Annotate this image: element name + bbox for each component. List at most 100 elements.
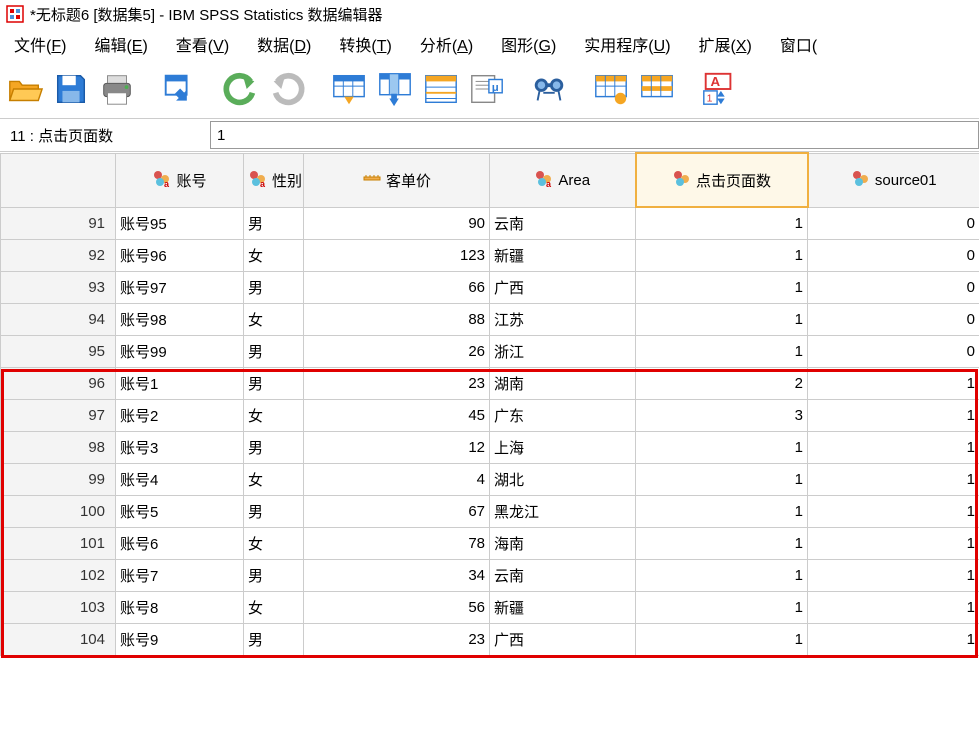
cell[interactable]: 1 — [808, 463, 979, 495]
cell[interactable]: 23 — [304, 623, 490, 655]
cell[interactable]: 4 — [304, 463, 490, 495]
cell[interactable]: 男 — [244, 367, 304, 399]
undo-button[interactable] — [220, 68, 262, 110]
cell[interactable]: 女 — [244, 399, 304, 431]
split-file-button[interactable] — [590, 68, 632, 110]
cell[interactable]: 海南 — [490, 527, 636, 559]
row-header[interactable]: 93 — [1, 271, 116, 303]
cell[interactable]: 1 — [808, 527, 979, 559]
menu-编辑[interactable]: 编辑(E) — [80, 32, 161, 56]
cell[interactable]: 账号3 — [116, 431, 244, 463]
goto-case-button[interactable] — [328, 68, 370, 110]
row-header[interactable]: 98 — [1, 431, 116, 463]
cell[interactable]: 账号5 — [116, 495, 244, 527]
corner-cell[interactable] — [1, 153, 116, 207]
cell[interactable]: 账号6 — [116, 527, 244, 559]
cell[interactable]: 1 — [636, 335, 808, 367]
cell[interactable]: 广东 — [490, 399, 636, 431]
menu-分析[interactable]: 分析(A) — [406, 32, 487, 56]
cell[interactable]: 23 — [304, 367, 490, 399]
cell[interactable]: 1 — [808, 623, 979, 655]
cell[interactable]: 1 — [636, 495, 808, 527]
menu-数据[interactable]: 数据(D) — [243, 32, 325, 56]
row-header[interactable]: 99 — [1, 463, 116, 495]
menu-转换[interactable]: 转换(T) — [325, 32, 405, 56]
cell[interactable]: 0 — [808, 303, 979, 335]
cell[interactable]: 湖北 — [490, 463, 636, 495]
cell[interactable]: 45 — [304, 399, 490, 431]
cell[interactable]: 账号96 — [116, 239, 244, 271]
cell[interactable]: 12 — [304, 431, 490, 463]
cell[interactable]: 123 — [304, 239, 490, 271]
cell[interactable]: 账号8 — [116, 591, 244, 623]
cell[interactable]: 新疆 — [490, 239, 636, 271]
row-header[interactable]: 91 — [1, 207, 116, 239]
row-header[interactable]: 102 — [1, 559, 116, 591]
menu-实用程序[interactable]: 实用程序(U) — [570, 32, 684, 56]
row-header[interactable]: 104 — [1, 623, 116, 655]
cell[interactable]: 浙江 — [490, 335, 636, 367]
cell[interactable]: 67 — [304, 495, 490, 527]
cell[interactable]: 1 — [636, 527, 808, 559]
cell[interactable]: 1 — [808, 367, 979, 399]
value-labels-button[interactable]: A1 — [698, 68, 740, 110]
row-header[interactable]: 100 — [1, 495, 116, 527]
column-header-客单价[interactable]: 客单价 — [304, 153, 490, 207]
cell[interactable]: 66 — [304, 271, 490, 303]
cell[interactable]: 账号1 — [116, 367, 244, 399]
cell[interactable]: 黑龙江 — [490, 495, 636, 527]
cell[interactable]: 1 — [808, 399, 979, 431]
cell[interactable]: 女 — [244, 463, 304, 495]
row-header[interactable]: 95 — [1, 335, 116, 367]
column-header-点击页面数[interactable]: 点击页面数 — [636, 153, 808, 207]
row-header[interactable]: 97 — [1, 399, 116, 431]
cell[interactable]: 云南 — [490, 559, 636, 591]
menu-图形[interactable]: 图形(G) — [487, 32, 570, 56]
cell[interactable]: 男 — [244, 207, 304, 239]
cell[interactable]: 云南 — [490, 207, 636, 239]
print-button[interactable] — [96, 68, 138, 110]
cell[interactable]: 新疆 — [490, 591, 636, 623]
row-header[interactable]: 96 — [1, 367, 116, 399]
cell[interactable]: 女 — [244, 527, 304, 559]
run-syntax-button[interactable]: μ — [466, 68, 508, 110]
cell[interactable]: 男 — [244, 559, 304, 591]
cell[interactable]: 账号7 — [116, 559, 244, 591]
cell[interactable]: 34 — [304, 559, 490, 591]
cell[interactable]: 广西 — [490, 271, 636, 303]
menu-扩展[interactable]: 扩展(X) — [685, 32, 766, 56]
cell[interactable]: 1 — [636, 623, 808, 655]
cell[interactable]: 女 — [244, 303, 304, 335]
find-button[interactable] — [528, 68, 570, 110]
cell[interactable]: 0 — [808, 335, 979, 367]
cell[interactable]: 1 — [636, 591, 808, 623]
cell[interactable]: 90 — [304, 207, 490, 239]
cell[interactable]: 1 — [808, 495, 979, 527]
cell[interactable]: 男 — [244, 271, 304, 303]
open-button[interactable] — [4, 68, 46, 110]
column-header-source01[interactable]: source01 — [808, 153, 979, 207]
cell[interactable]: 上海 — [490, 431, 636, 463]
cell[interactable]: 账号4 — [116, 463, 244, 495]
cell[interactable]: 1 — [808, 431, 979, 463]
column-header-Area[interactable]: aArea — [490, 153, 636, 207]
menu-文件[interactable]: 文件(F) — [0, 32, 80, 56]
cell[interactable]: 男 — [244, 623, 304, 655]
cell[interactable]: 账号98 — [116, 303, 244, 335]
cell[interactable]: 江苏 — [490, 303, 636, 335]
cell[interactable]: 26 — [304, 335, 490, 367]
cell[interactable]: 1 — [636, 303, 808, 335]
cell[interactable]: 男 — [244, 495, 304, 527]
column-header-账号[interactable]: a账号 — [116, 153, 244, 207]
cell[interactable]: 1 — [636, 239, 808, 271]
save-button[interactable] — [50, 68, 92, 110]
cell[interactable]: 账号97 — [116, 271, 244, 303]
menu-查看[interactable]: 查看(V) — [162, 32, 243, 56]
menu-窗口[interactable]: 窗口( — [766, 32, 831, 56]
cell[interactable]: 78 — [304, 527, 490, 559]
cell[interactable]: 2 — [636, 367, 808, 399]
cell[interactable]: 1 — [636, 271, 808, 303]
cell[interactable]: 0 — [808, 207, 979, 239]
weight-cases-button[interactable] — [636, 68, 678, 110]
cell-edit-input[interactable] — [210, 121, 979, 149]
